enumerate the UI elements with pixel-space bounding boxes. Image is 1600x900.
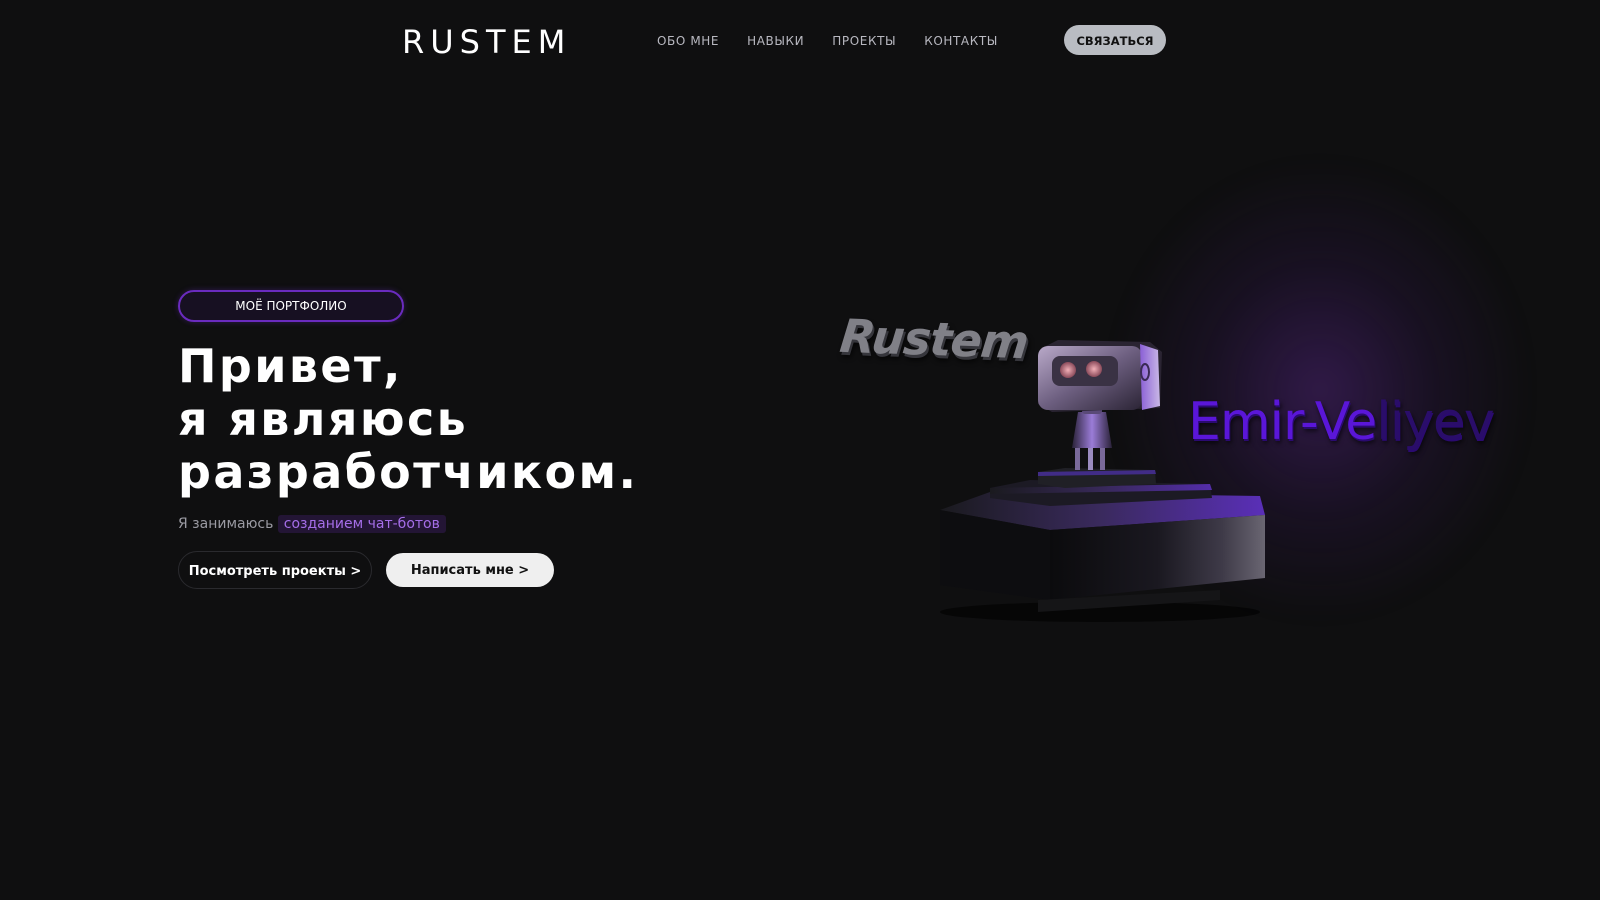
hero-subline: Я занимаюсь созданием чат-ботов: [178, 513, 446, 535]
pedestal-base-side: [1050, 515, 1265, 600]
view-projects-button[interactable]: Посмотреть проекты >: [178, 551, 372, 589]
subline-highlight: созданием чат-ботов: [277, 515, 446, 533]
contact-button[interactable]: СВЯЗАТЬСЯ: [1064, 25, 1166, 55]
nav-item-about[interactable]: ОБО МНЕ: [657, 33, 719, 49]
nav-item-contacts[interactable]: КОНТАКТЫ: [924, 33, 998, 49]
nav-item-projects[interactable]: ПРОЕКТЫ: [832, 33, 896, 49]
subline-prefix: Я занимаюсь: [178, 516, 274, 532]
headline-line-1: Привет,: [178, 339, 403, 393]
headline-line-3: разработчиком.: [178, 445, 639, 499]
write-me-button[interactable]: Написать мне >: [386, 553, 554, 587]
page: RUSTEM ОБО МНЕ НАВЫКИ ПРОЕКТЫ КОНТАКТЫ С…: [0, 0, 1568, 882]
hero-3d-scene[interactable]: Rustem Emir-Veliyev: [820, 300, 1560, 640]
robot-eye-left: [1060, 362, 1076, 378]
robot-head: [1038, 340, 1162, 412]
hero-headline: Привет, я являюсь разработчиком.: [178, 340, 638, 499]
robot-eye-right: [1086, 361, 1102, 377]
site-logo[interactable]: RUSTEM: [402, 22, 571, 62]
main-nav: ОБО МНЕ НАВЫКИ ПРОЕКТЫ КОНТАКТЫ: [657, 33, 998, 49]
headline-line-2: я являюсь: [178, 392, 469, 446]
robot-on-pedestal-illustration: [940, 340, 1265, 622]
robot-neck: [1072, 412, 1112, 448]
portfolio-badge: МОЁ ПОРТФОЛИО: [178, 290, 404, 322]
nav-item-skills[interactable]: НАВЫКИ: [747, 33, 804, 49]
